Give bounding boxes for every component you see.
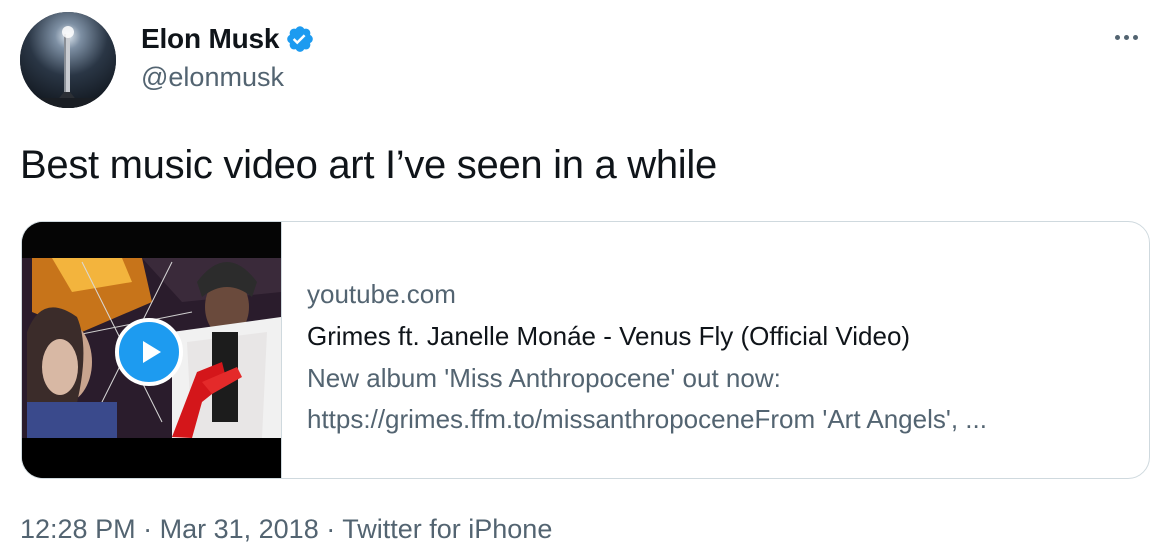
avatar[interactable] xyxy=(20,12,116,108)
dot xyxy=(1123,34,1129,40)
card-description: New album 'Miss Anthropocene' out now: h… xyxy=(307,358,1112,440)
link-card[interactable]: youtube.com Grimes ft. Janelle Monáe - V… xyxy=(21,221,1150,479)
tweet: Elon Musk @elonmusk Best music video art… xyxy=(0,0,1164,554)
verified-badge-icon xyxy=(285,24,315,54)
card-description-line: https://grimes.ffm.to/missanthropoceneFr… xyxy=(307,404,987,434)
dot xyxy=(1114,34,1120,40)
display-name[interactable]: Elon Musk xyxy=(141,23,279,55)
tweet-time: 12:28 PM xyxy=(20,514,136,544)
card-title: Grimes ft. Janelle Monáe - Venus Fly (Of… xyxy=(307,321,911,351)
more-options-icon[interactable] xyxy=(1106,22,1146,52)
card-description-line: New album 'Miss Anthropocene' out now: xyxy=(307,363,781,393)
play-button[interactable] xyxy=(115,318,183,386)
separator: · xyxy=(326,514,336,544)
card-body: youtube.com Grimes ft. Janelle Monáe - V… xyxy=(307,274,1129,440)
tweet-date: Mar 31, 2018 xyxy=(159,514,319,544)
card-domain: youtube.com xyxy=(307,279,456,309)
timestamp-link[interactable]: 12:28 PM · Mar 31, 2018 xyxy=(20,514,319,544)
video-thumbnail[interactable] xyxy=(22,222,282,478)
handle[interactable]: @elonmusk xyxy=(141,62,284,93)
separator: · xyxy=(143,514,153,544)
source-link[interactable]: Twitter for iPhone xyxy=(342,514,552,544)
play-icon xyxy=(143,341,161,363)
dot xyxy=(1132,34,1138,40)
tweet-text: Best music video art I’ve seen in a whil… xyxy=(20,143,717,187)
name-row: Elon Musk xyxy=(141,22,315,56)
tweet-meta: 12:28 PM · Mar 31, 2018 · Twitter for iP… xyxy=(20,514,552,545)
